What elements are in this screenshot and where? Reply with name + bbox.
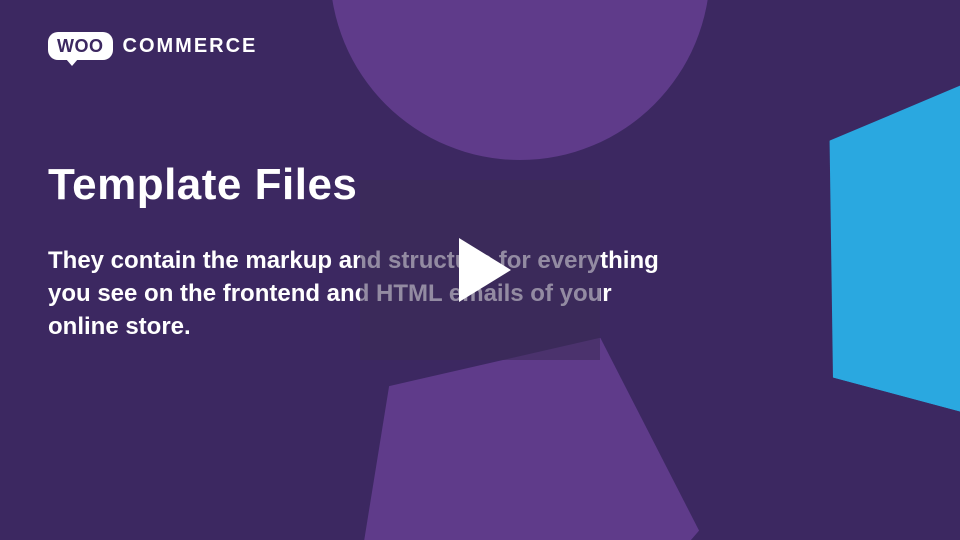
play-button[interactable] [360, 180, 600, 360]
video-slide: WOO COMMERCE Template Files They contain… [0, 0, 960, 540]
logo-text: COMMERCE [123, 35, 258, 58]
decorative-circle [330, 0, 710, 160]
woocommerce-logo: WOO COMMERCE [48, 32, 257, 60]
logo-bubble: WOO [48, 32, 113, 60]
play-icon [459, 238, 511, 302]
